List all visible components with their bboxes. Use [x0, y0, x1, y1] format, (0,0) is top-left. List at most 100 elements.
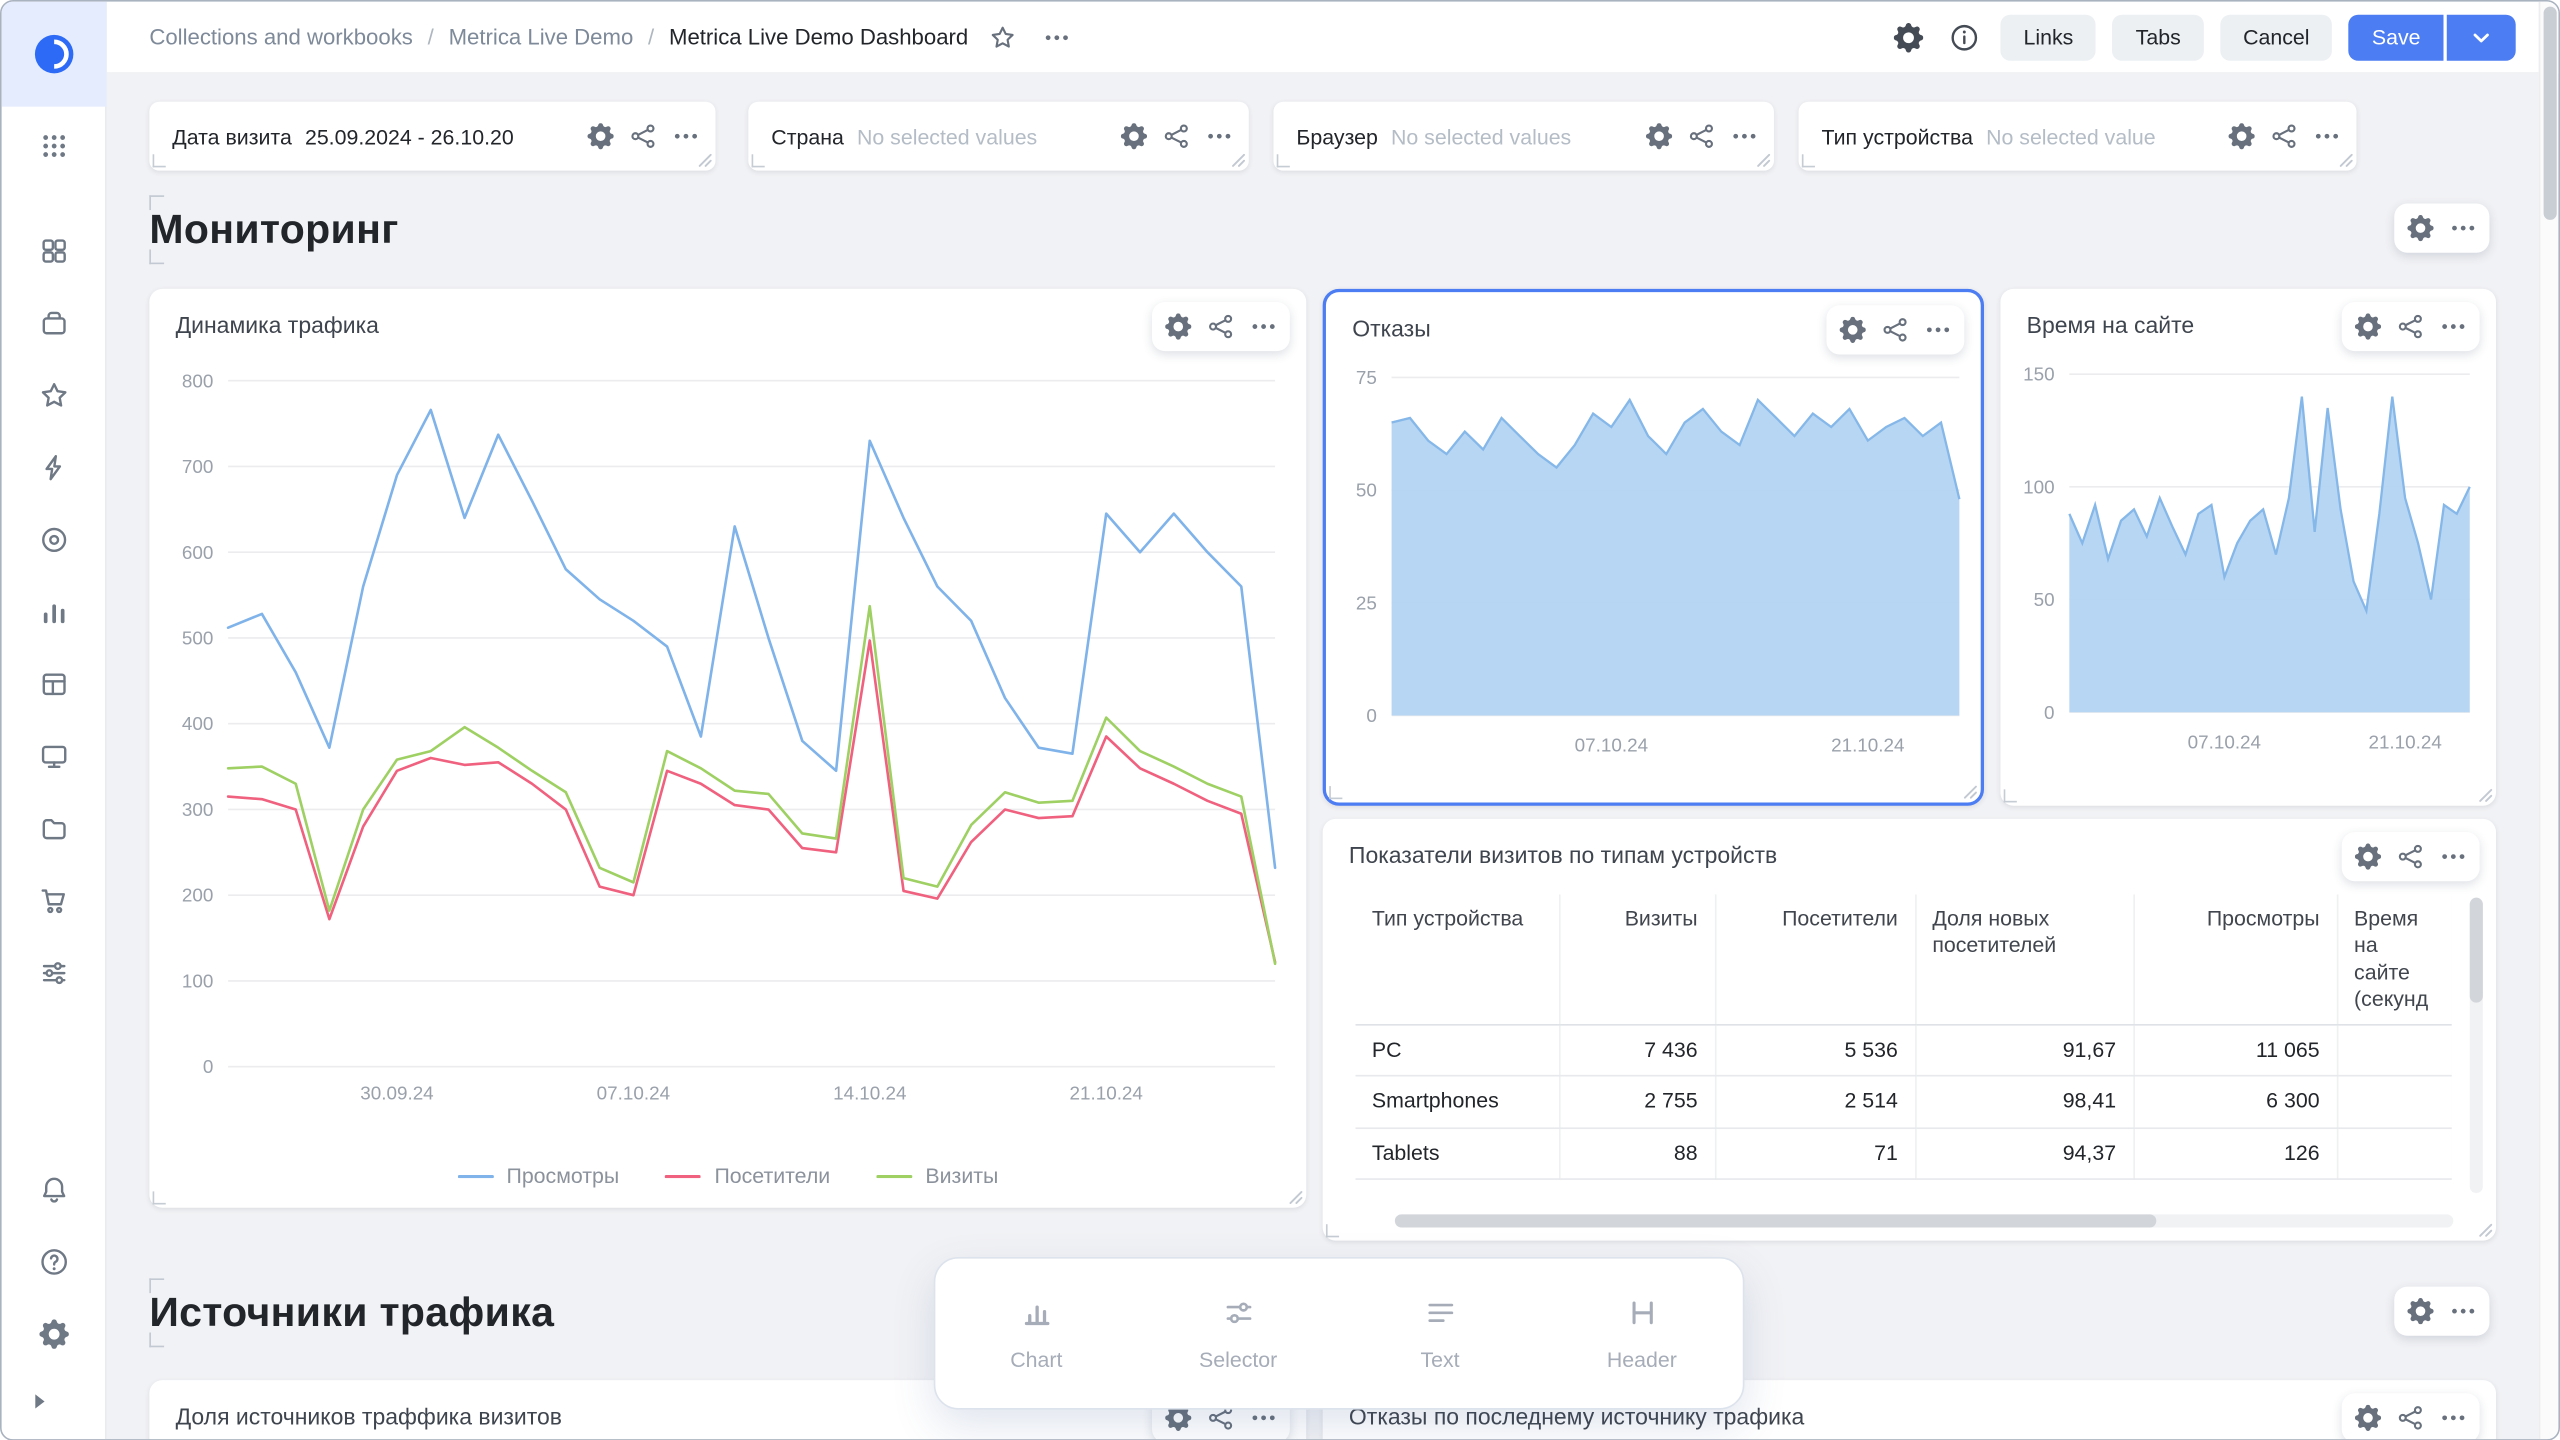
relations-icon[interactable]: [1682, 117, 1721, 156]
sidebar-item-services[interactable]: [25, 510, 81, 569]
sidebar-item-settings-flow[interactable]: [25, 944, 81, 1003]
sidebar-item-editor[interactable]: [25, 438, 81, 497]
sidebar-gear-icon[interactable]: [25, 1305, 81, 1364]
table-horizontal-scrollbar[interactable]: [1395, 1214, 2453, 1227]
filter-value[interactable]: No selected values: [1391, 124, 1626, 149]
more-icon[interactable]: [2434, 1398, 2473, 1437]
datalens-logo[interactable]: [1, 2, 106, 107]
more-icon[interactable]: [1244, 307, 1283, 346]
sidebar-item-dashboards[interactable]: [25, 222, 81, 281]
sidebar-item-datasets[interactable]: [25, 655, 81, 714]
gear-icon[interactable]: [2348, 837, 2387, 876]
apps-menu-icon[interactable]: [25, 117, 81, 176]
topbar-actions: Links Tabs Cancel Save: [1889, 14, 2516, 60]
widget-time-on-site[interactable]: Время на сайте 05010015007.10.2421.10.24: [2000, 289, 2496, 806]
tabs-button[interactable]: Tabs: [2113, 14, 2204, 60]
more-icon[interactable]: [2434, 307, 2473, 346]
resize-grip[interactable]: [2478, 788, 2493, 803]
dashboard-settings-icon[interactable]: [1889, 17, 1928, 56]
legend-item[interactable]: Визиты: [876, 1163, 998, 1188]
favorite-star-icon[interactable]: [983, 17, 1022, 56]
filter-value[interactable]: No selected values: [857, 124, 1101, 149]
sidebar-item-collections[interactable]: [25, 294, 81, 353]
window-scrollbar[interactable]: [2539, 2, 2559, 1440]
filter-4[interactable]: Тип устройстваNo selected value: [1799, 102, 2357, 171]
gear-icon[interactable]: [1639, 117, 1678, 156]
relations-icon[interactable]: [2265, 117, 2304, 156]
sidebar-item-storage[interactable]: [25, 799, 81, 858]
widget-bounces[interactable]: Отказы 025507507.10.2421.10.24: [1323, 289, 1984, 806]
gear-icon[interactable]: [2401, 208, 2440, 247]
more-icon[interactable]: [2434, 837, 2473, 876]
gear-icon[interactable]: [2222, 117, 2261, 156]
resize-grip[interactable]: [1288, 1190, 1303, 1205]
table-column-header[interactable]: Просмотры: [2133, 894, 2336, 1024]
filter-2[interactable]: СтранаNo selected values: [748, 102, 1249, 171]
filter-3[interactable]: БраузерNo selected values: [1273, 102, 1774, 171]
legend-item[interactable]: Посетители: [665, 1163, 830, 1188]
more-icon[interactable]: [1725, 117, 1764, 156]
sidebar-bell-icon[interactable]: [25, 1160, 81, 1219]
dashboard-info-icon[interactable]: [1945, 17, 1984, 56]
widget-device-table[interactable]: Показатели визитов по типам устройств Ти…: [1323, 819, 2496, 1241]
table-column-header[interactable]: Тип устройства: [1355, 894, 1558, 1024]
panel-item-text[interactable]: Text: [1348, 1296, 1532, 1371]
table-column-header[interactable]: Время на сайте (секунд: [2337, 894, 2452, 1024]
sidebar-help-icon[interactable]: [25, 1232, 81, 1291]
save-dropdown-button[interactable]: [2447, 14, 2516, 60]
more-icon[interactable]: [2443, 208, 2482, 247]
links-button[interactable]: Links: [2001, 14, 2097, 60]
relations-icon[interactable]: [624, 117, 663, 156]
cancel-button[interactable]: Cancel: [2220, 14, 2332, 60]
resize-grip[interactable]: [2478, 1223, 2493, 1238]
resize-grip[interactable]: [2338, 153, 2353, 168]
gear-icon[interactable]: [1159, 307, 1198, 346]
breadcrumb-collections[interactable]: Collections and workbooks: [149, 25, 413, 50]
legend-item[interactable]: Просмотры: [457, 1163, 619, 1188]
gear-icon[interactable]: [2401, 1291, 2440, 1330]
sidebar-item-favorites[interactable]: [25, 366, 81, 425]
gear-icon[interactable]: [2348, 307, 2387, 346]
filter-value[interactable]: No selected value: [1986, 124, 2209, 149]
gear-icon[interactable]: [1833, 310, 1872, 349]
resize-grip[interactable]: [697, 153, 712, 168]
breadcrumb-workbook[interactable]: Metrica Live Demo: [449, 25, 634, 50]
relations-icon[interactable]: [1157, 117, 1196, 156]
sidebar-item-marketplace[interactable]: [25, 871, 81, 930]
widget-traffic-dynamics[interactable]: Динамика трафика 01002003004005006007008…: [149, 289, 1306, 1208]
scrollbar-thumb[interactable]: [2544, 7, 2557, 220]
gear-icon[interactable]: [581, 117, 620, 156]
table-column-header[interactable]: Визиты: [1559, 894, 1715, 1024]
svg-text:200: 200: [182, 885, 213, 906]
relations-icon[interactable]: [1876, 310, 1915, 349]
more-icon[interactable]: [1200, 117, 1239, 156]
gear-icon[interactable]: [2348, 1398, 2387, 1437]
relations-icon[interactable]: [2391, 307, 2430, 346]
more-icon[interactable]: [1918, 310, 1957, 349]
panel-item-chart[interactable]: Chart: [944, 1296, 1128, 1371]
table-vertical-scrollbar[interactable]: [2470, 898, 2483, 1193]
more-icon[interactable]: [666, 117, 705, 156]
sidebar-item-charts[interactable]: [25, 583, 81, 642]
more-icon[interactable]: [2307, 117, 2346, 156]
resize-grip[interactable]: [1231, 153, 1246, 168]
sidebar-item-monitor[interactable]: [25, 727, 81, 786]
more-icon[interactable]: [2443, 1291, 2482, 1330]
resize-grip[interactable]: [1756, 153, 1771, 168]
scrollbar-thumb[interactable]: [2470, 898, 2483, 1003]
save-button[interactable]: Save: [2349, 14, 2444, 60]
panel-item-header[interactable]: Header: [1550, 1296, 1734, 1371]
resize-grip[interactable]: [1963, 784, 1978, 799]
relations-icon[interactable]: [1201, 307, 1240, 346]
relations-icon[interactable]: [2391, 1398, 2430, 1437]
sidebar-expand-icon[interactable]: [18, 1380, 61, 1423]
filter-value[interactable]: 25.09.2024 - 26.10.20: [305, 124, 568, 149]
table-column-header[interactable]: Доля новых посетителей: [1915, 894, 2133, 1024]
panel-item-selector[interactable]: Selector: [1146, 1296, 1330, 1371]
gear-icon[interactable]: [1114, 117, 1153, 156]
breadcrumb-more-icon[interactable]: [1037, 17, 1076, 56]
filter-1[interactable]: Дата визита25.09.2024 - 26.10.20: [149, 102, 715, 171]
scrollbar-thumb[interactable]: [1395, 1214, 2157, 1227]
table-column-header[interactable]: Посетители: [1715, 894, 1915, 1024]
relations-icon[interactable]: [2391, 837, 2430, 876]
